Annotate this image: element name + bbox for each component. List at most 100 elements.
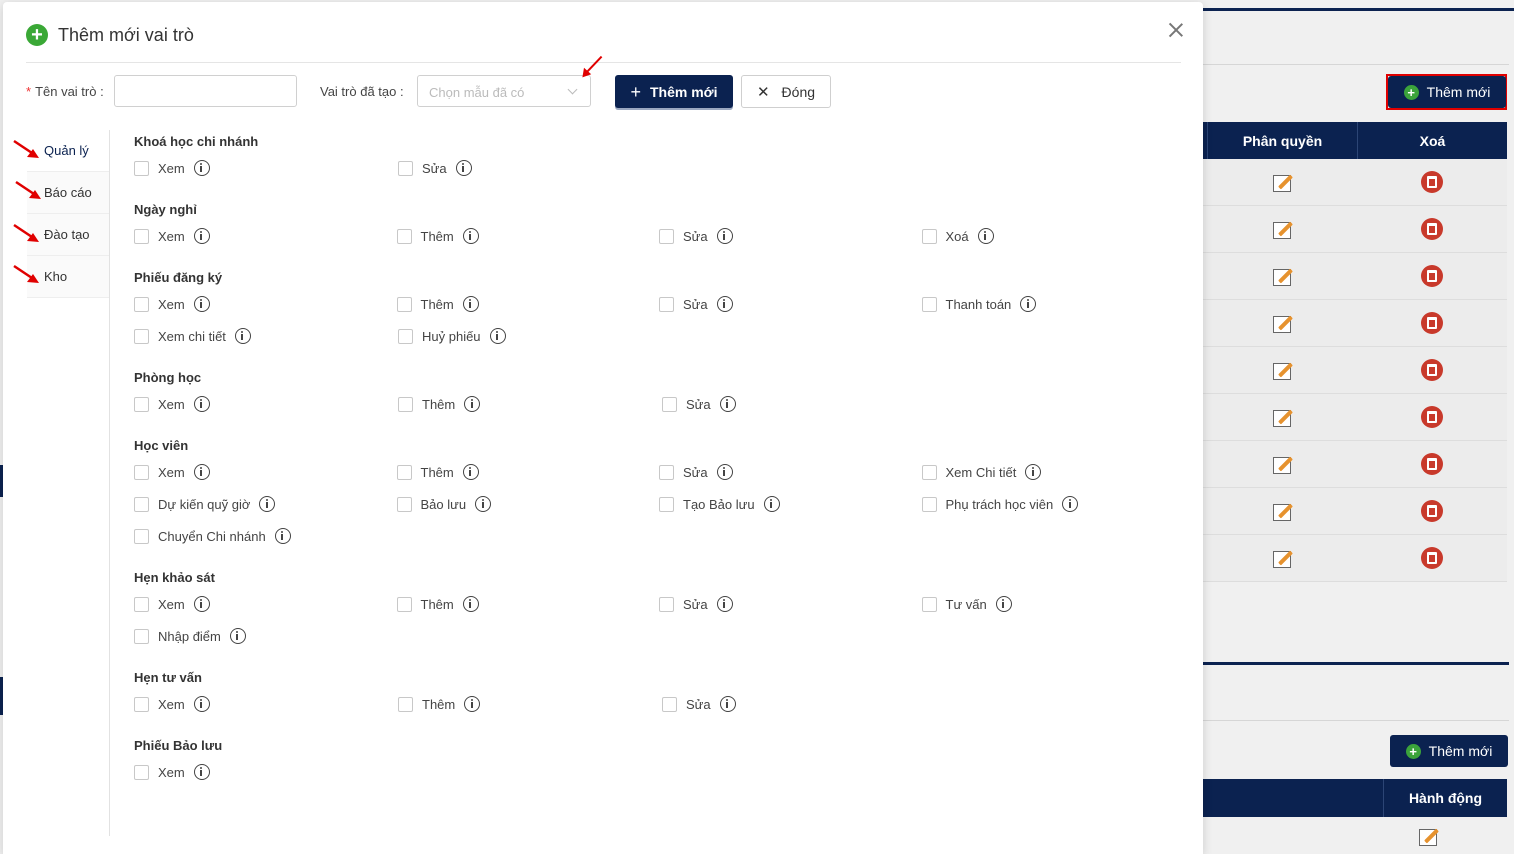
modal-header: + Thêm mới vai trò: [26, 24, 194, 46]
info-icon[interactable]: [193, 228, 210, 244]
info-icon[interactable]: [719, 396, 736, 412]
edit-permission-button[interactable]: [1207, 394, 1357, 440]
permission-checkbox[interactable]: [134, 228, 149, 244]
info-icon[interactable]: [489, 328, 506, 344]
delete-button[interactable]: [1357, 441, 1507, 487]
info-icon[interactable]: [1020, 296, 1037, 312]
info-icon[interactable]: [234, 328, 251, 344]
info-icon[interactable]: [193, 160, 210, 176]
info-icon[interactable]: [274, 528, 291, 544]
permission-checkbox[interactable]: [659, 596, 674, 612]
permission-checkbox[interactable]: [134, 296, 149, 312]
edit-permission-button[interactable]: [1207, 488, 1357, 534]
delete-button[interactable]: [1357, 159, 1507, 205]
info-icon[interactable]: [977, 228, 994, 244]
info-icon[interactable]: [229, 628, 246, 644]
permission-checkbox[interactable]: [921, 496, 937, 512]
info-icon[interactable]: [475, 496, 492, 512]
delete-button[interactable]: [1357, 488, 1507, 534]
permission-checkbox[interactable]: [134, 328, 149, 344]
permission-checkbox[interactable]: [659, 496, 674, 512]
permission-checkbox[interactable]: [921, 228, 937, 244]
edit-permission-button[interactable]: [1207, 347, 1357, 393]
permission-checkbox[interactable]: [398, 396, 413, 412]
edit-permission-button[interactable]: [1207, 441, 1357, 487]
permission-checkbox[interactable]: [134, 764, 149, 780]
permission-checkbox[interactable]: [398, 696, 413, 712]
info-icon[interactable]: [193, 396, 210, 412]
bg-add-button[interactable]: + Thêm mới: [1388, 76, 1506, 108]
delete-button[interactable]: [1357, 394, 1507, 440]
info-icon[interactable]: [462, 296, 479, 312]
permission-checkbox[interactable]: [134, 596, 149, 612]
add-button[interactable]: + Thêm mới: [615, 75, 733, 108]
permission-checkbox[interactable]: [134, 160, 149, 176]
edit-permission-button[interactable]: [1207, 535, 1357, 581]
close-icon[interactable]: [1166, 20, 1186, 40]
edit-permission-button[interactable]: [1207, 159, 1357, 205]
template-select[interactable]: Chọn mẫu đã có: [417, 75, 591, 107]
permission-checkbox[interactable]: [396, 496, 412, 512]
edit-permission-button[interactable]: [1207, 300, 1357, 346]
permission-checkbox[interactable]: [398, 160, 413, 176]
info-icon[interactable]: [193, 764, 210, 780]
info-icon[interactable]: [763, 496, 780, 512]
permission-checkbox[interactable]: [134, 464, 149, 480]
delete-button[interactable]: [1357, 347, 1507, 393]
role-name-input[interactable]: [114, 75, 297, 107]
permission-item: Thêm: [396, 296, 660, 312]
permission-checkbox[interactable]: [396, 596, 412, 612]
delete-button[interactable]: [1357, 535, 1507, 581]
info-icon[interactable]: [464, 396, 481, 412]
permission-checkbox[interactable]: [396, 464, 412, 480]
permission-checkbox[interactable]: [921, 464, 937, 480]
trash-icon: [1421, 500, 1443, 522]
info-icon[interactable]: [719, 696, 736, 712]
edit-permission-button[interactable]: [1207, 206, 1357, 252]
permission-checkbox[interactable]: [659, 464, 674, 480]
info-icon[interactable]: [455, 160, 472, 176]
permission-checkbox[interactable]: [134, 696, 149, 712]
permission-checkbox[interactable]: [398, 328, 413, 344]
edit-permission-button[interactable]: [1207, 253, 1357, 299]
info-icon[interactable]: [1025, 464, 1042, 480]
info-icon[interactable]: [464, 696, 481, 712]
info-icon[interactable]: [193, 596, 210, 612]
permission-checkbox[interactable]: [659, 228, 674, 244]
info-icon[interactable]: [462, 228, 479, 244]
info-icon[interactable]: [462, 464, 479, 480]
permission-checkbox[interactable]: [662, 696, 677, 712]
edit-icon[interactable]: [1417, 826, 1439, 846]
permission-checkbox[interactable]: [921, 296, 937, 312]
permission-checkbox[interactable]: [134, 528, 149, 544]
info-icon[interactable]: [716, 228, 733, 244]
info-icon[interactable]: [716, 596, 733, 612]
delete-button[interactable]: [1357, 300, 1507, 346]
info-icon[interactable]: [462, 596, 479, 612]
delete-button[interactable]: [1357, 206, 1507, 252]
permission-checkbox[interactable]: [134, 396, 149, 412]
permission-checkbox[interactable]: [134, 628, 149, 644]
info-icon[interactable]: [716, 296, 733, 312]
permission-checkbox[interactable]: [396, 296, 412, 312]
template-placeholder: Chọn mẫu đã có: [429, 85, 525, 100]
permission-item: Chuyển Chi nhánh: [134, 528, 398, 544]
info-icon[interactable]: [259, 496, 276, 512]
permission-checkbox[interactable]: [134, 496, 149, 512]
info-icon[interactable]: [1062, 496, 1079, 512]
permission-checkbox[interactable]: [921, 596, 937, 612]
close-button[interactable]: ✕ Đóng: [741, 75, 831, 108]
info-icon[interactable]: [193, 696, 210, 712]
permission-checkbox[interactable]: [396, 228, 412, 244]
permission-checkbox[interactable]: [659, 296, 674, 312]
permission-group: Hẹn khảo sát Xem Thêm Sửa Tư vấn Nhập điểm: [134, 568, 1184, 652]
permission-group: Ngày nghỉ Xem Thêm Sửa Xoá: [134, 200, 1184, 252]
bg-add-button-2[interactable]: + Thêm mới: [1390, 735, 1508, 767]
pencil-icon: [1271, 454, 1293, 474]
delete-button[interactable]: [1357, 253, 1507, 299]
info-icon[interactable]: [193, 296, 210, 312]
info-icon[interactable]: [995, 596, 1012, 612]
permission-checkbox[interactable]: [662, 396, 677, 412]
info-icon[interactable]: [193, 464, 210, 480]
info-icon[interactable]: [716, 464, 733, 480]
